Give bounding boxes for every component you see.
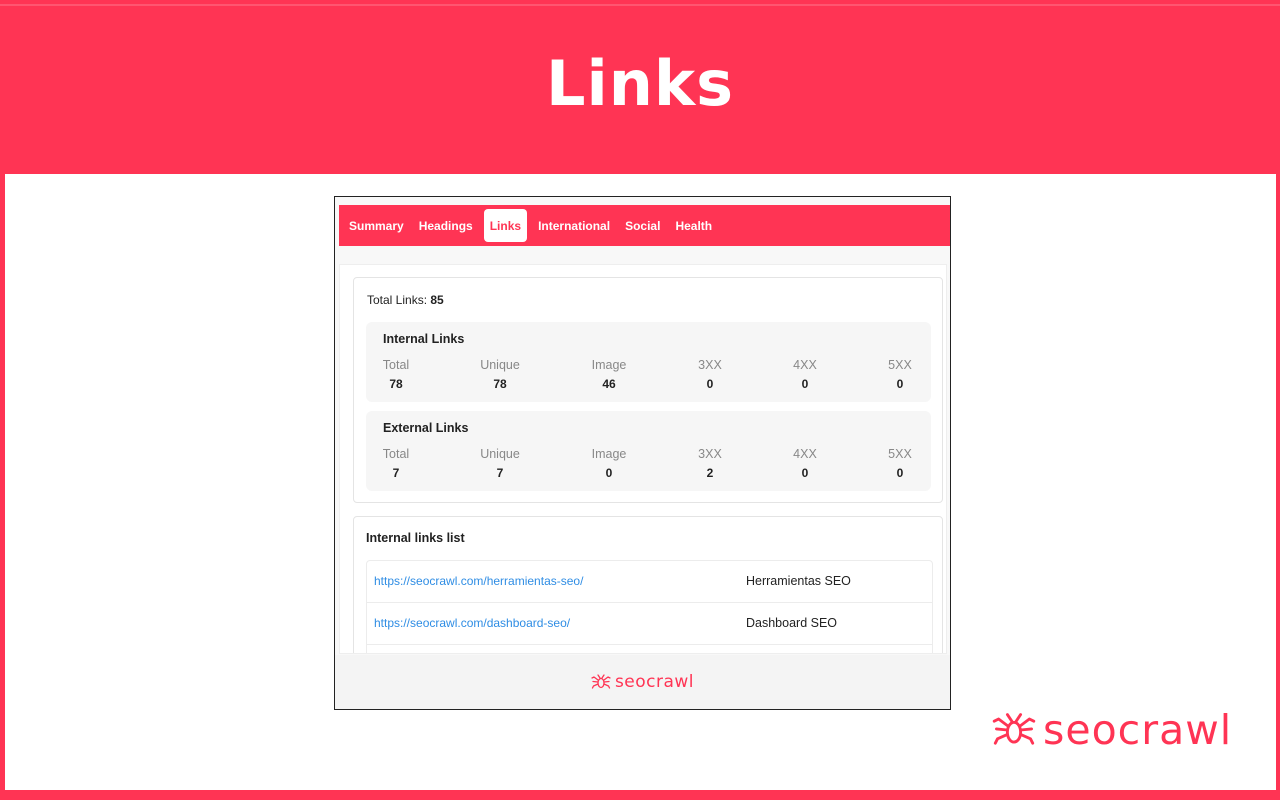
tab-bar: Summary Headings Links International Soc… <box>339 205 950 246</box>
external-stat-image: Image 0 <box>579 447 639 480</box>
stat-value: 7 <box>496 466 504 480</box>
stat-value: 78 <box>493 377 507 391</box>
external-links-box: External Links Total 7 Unique 7 Image 0 … <box>366 411 931 491</box>
total-links-value: 85 <box>430 293 444 307</box>
internal-links-table: https://seocrawl.com/herramientas-seo/ H… <box>366 560 933 653</box>
stat-value: 78 <box>389 377 403 391</box>
internal-links-title: Internal Links <box>383 332 465 346</box>
stat-label: Image <box>591 447 627 461</box>
brand-name: seocrawl <box>1043 706 1233 754</box>
stat-label: Unique <box>480 358 520 372</box>
stat-value: 0 <box>706 377 714 391</box>
stat-value: 46 <box>602 377 616 391</box>
stat-label: 3XX <box>698 447 722 461</box>
internal-stat-total: Total 78 <box>366 358 426 391</box>
spider-icon <box>992 713 1036 745</box>
internal-links-list-title: Internal links list <box>366 531 465 545</box>
page-title: Links <box>545 46 735 120</box>
external-stat-3xx: 3XX 2 <box>680 447 740 480</box>
stat-value: 0 <box>801 377 809 391</box>
extension-popup: Summary Headings Links International Soc… <box>334 196 951 710</box>
table-row: https://seocrawl.com/dashboard-seo/ Dash… <box>367 603 932 645</box>
stat-label: 4XX <box>793 447 817 461</box>
stat-value: 0 <box>896 377 904 391</box>
links-panel[interactable]: Total Links: 85 Internal Links Total 78 … <box>339 264 947 654</box>
stat-value: 0 <box>801 466 809 480</box>
internal-stat-image: Image 46 <box>579 358 639 391</box>
internal-stat-3xx: 3XX 0 <box>680 358 740 391</box>
stat-label: 5XX <box>888 358 912 372</box>
external-links-title: External Links <box>383 421 469 435</box>
external-stat-unique: Unique 7 <box>470 447 530 480</box>
external-stat-total: Total 7 <box>366 447 426 480</box>
table-row <box>367 645 932 653</box>
tab-social[interactable]: Social <box>621 209 664 242</box>
table-row: https://seocrawl.com/herramientas-seo/ H… <box>367 561 932 603</box>
link-anchor-text: Herramientas SEO <box>746 574 851 588</box>
stat-label: Image <box>591 358 627 372</box>
stat-value: 0 <box>605 466 613 480</box>
total-links: Total Links: 85 <box>367 293 444 307</box>
tab-health[interactable]: Health <box>671 209 716 242</box>
total-links-label: Total Links: <box>367 293 428 307</box>
external-stat-4xx: 4XX 0 <box>775 447 835 480</box>
internal-stat-unique: Unique 78 <box>470 358 530 391</box>
stat-label: Total <box>382 358 410 372</box>
tab-links[interactable]: Links <box>483 209 528 242</box>
stat-label: 4XX <box>793 358 817 372</box>
link-url[interactable]: https://seocrawl.com/herramientas-seo/ <box>374 574 583 588</box>
tab-headings[interactable]: Headings <box>415 209 477 242</box>
footer-brand: seocrawl <box>614 672 695 692</box>
stat-label: 3XX <box>698 358 722 372</box>
stat-label: 5XX <box>888 447 912 461</box>
stat-label: Total <box>382 447 410 461</box>
link-anchor-text: Dashboard SEO <box>746 616 838 630</box>
page-header: Links <box>0 0 1280 174</box>
stat-value: 7 <box>392 466 400 480</box>
popup-footer: seocrawl <box>335 655 950 709</box>
internal-links-box: Internal Links Total 78 Unique 78 Image … <box>366 322 931 402</box>
external-stat-5xx: 5XX 0 <box>870 447 930 480</box>
stat-value: 0 <box>896 466 904 480</box>
seocrawl-logo: seocrawl <box>992 705 1232 755</box>
internal-stat-5xx: 5XX 0 <box>870 358 930 391</box>
link-url[interactable]: https://seocrawl.com/dashboard-seo/ <box>374 616 570 630</box>
links-summary-card: Total Links: 85 Internal Links Total 78 … <box>353 277 943 503</box>
stat-label: Unique <box>480 447 520 461</box>
spider-icon <box>591 674 611 689</box>
tab-summary[interactable]: Summary <box>345 209 408 242</box>
tab-international[interactable]: International <box>534 209 614 242</box>
internal-links-list-card: Internal links list https://seocrawl.com… <box>353 516 943 653</box>
stat-value: 2 <box>706 466 714 480</box>
internal-stat-4xx: 4XX 0 <box>775 358 835 391</box>
